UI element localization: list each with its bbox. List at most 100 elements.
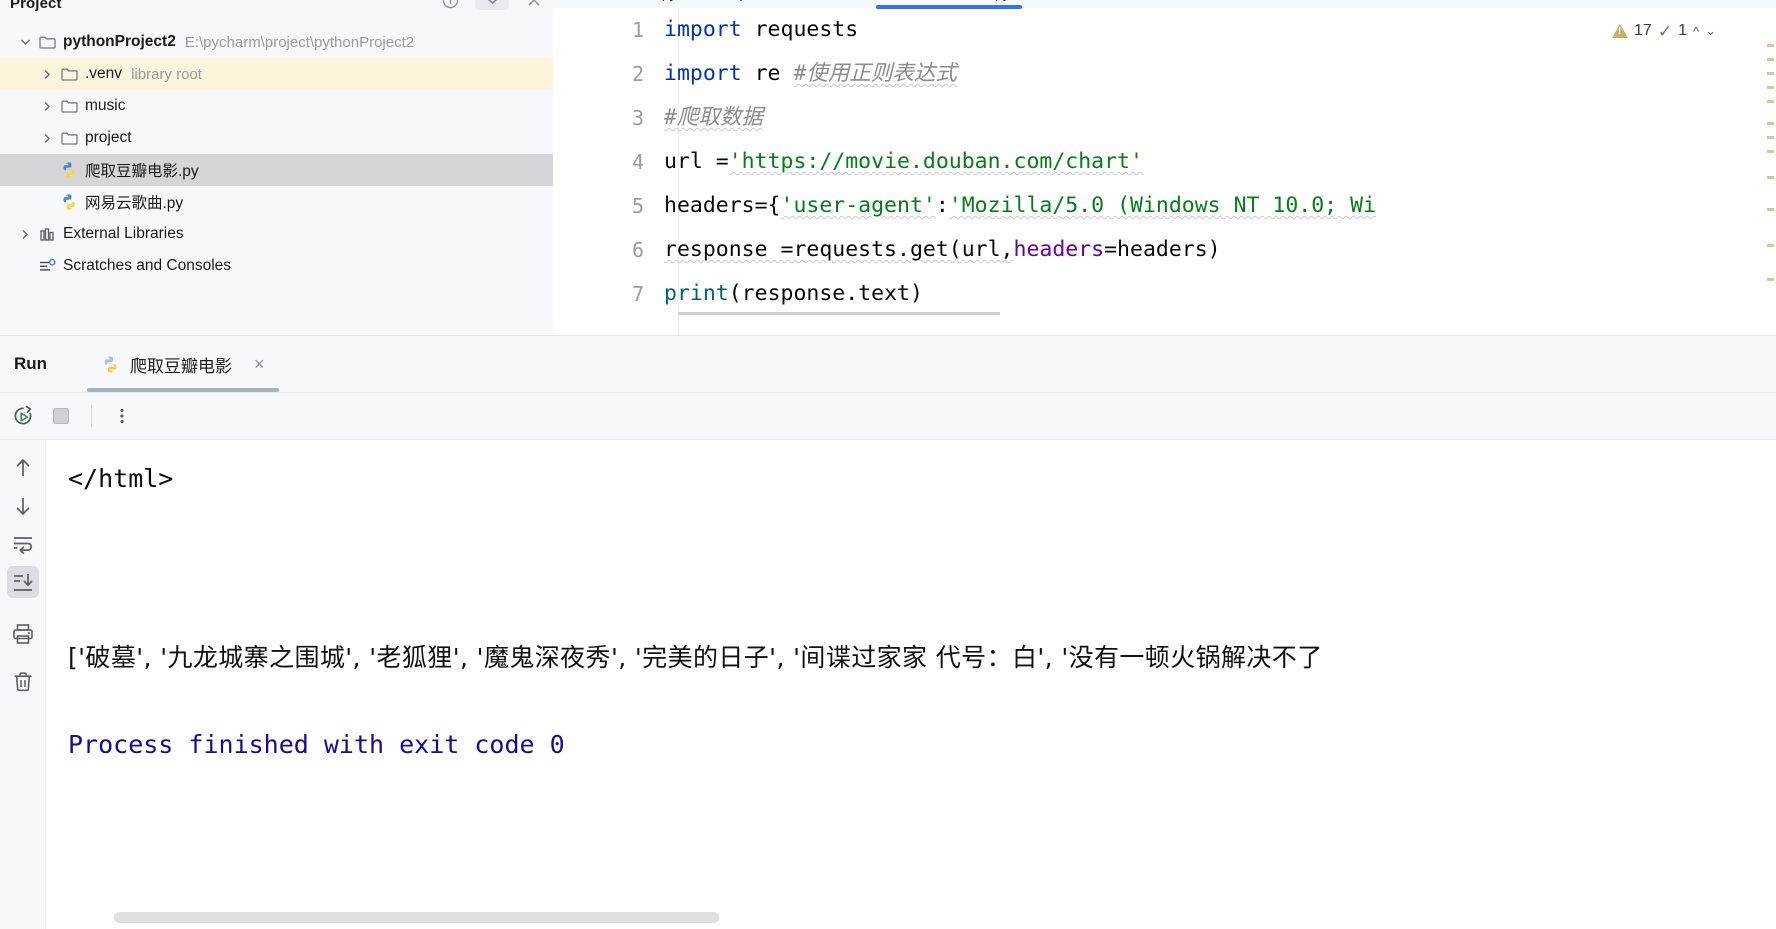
chevron-down-icon[interactable] [14, 38, 36, 46]
top-area: Project pythonProject2 E:\pycharm\projec… [0, 0, 1776, 335]
code-token: =headers) [1104, 237, 1221, 262]
chevron-right-icon[interactable] [36, 133, 58, 144]
editor-tab-bar: 网易云歌曲.py htpcdn（主要）.html 爬取豆瓣电影.py [553, 0, 1776, 9]
tree-node-label: 网易云歌曲.py [85, 195, 184, 212]
tree-node-pythonproject2[interactable]: pythonProject2 E:\pycharm\project\python… [0, 26, 553, 58]
console-horizontal-scrollbar[interactable] [114, 912, 719, 923]
editor-marker-strip[interactable] [1764, 38, 1776, 335]
python-file-icon [58, 161, 80, 179]
code-token: : [935, 193, 949, 218]
console-sidebar-toolbar [0, 440, 46, 929]
warning-icon [1612, 24, 1629, 38]
code-text: import requests [661, 8, 858, 52]
warning-count: 17 [1634, 22, 1652, 39]
run-tab-label: 爬取豆瓣电影 [130, 356, 233, 376]
code-token: import [664, 61, 755, 86]
soft-wrap-button[interactable] [7, 528, 39, 560]
print-button[interactable] [7, 618, 39, 650]
tree-node-project[interactable]: project [0, 122, 553, 154]
project-panel-title: Project [10, 0, 62, 12]
chevron-right-icon[interactable] [36, 69, 58, 80]
code-line[interactable]: 2 import re #使用正则表达式 [553, 52, 1776, 96]
code-line[interactable]: 3 #爬取数据 [553, 96, 1776, 140]
chevron-right-icon[interactable] [36, 101, 58, 112]
line-number: 6 [631, 238, 644, 262]
code-line[interactable]: 5 headers={'user-agent':'Mozilla/5.0 (Wi… [553, 184, 1776, 228]
close-icon[interactable]: × [254, 355, 265, 373]
tree-node-label: 爬取豆瓣电影.py [85, 163, 199, 180]
code-text: headers={'user-agent':'Mozilla/5.0 (Wind… [661, 184, 1376, 228]
tree-node-douban-movie-py[interactable]: 爬取豆瓣电影.py [0, 154, 553, 186]
code-comment: #使用正则表达式 [793, 61, 957, 86]
editor-tab-label: htpcdn（主要）.html [728, 0, 856, 3]
trash-icon[interactable] [7, 666, 39, 698]
tree-node-scratches-and-consoles[interactable]: Scratches and Consoles [0, 250, 553, 282]
line-number: 2 [631, 62, 644, 86]
code-string: 'Mozilla/5.0 (Windows NT 10.0; Wi [948, 193, 1376, 218]
code-token: import [664, 17, 755, 42]
code-token: re [754, 61, 794, 86]
tree-node-netease-song-py[interactable]: 网易云歌曲.py [0, 186, 553, 218]
code-token: (response.text) [728, 281, 923, 306]
pycharm-window: Project pythonProject2 E:\pycharm\projec… [0, 0, 1776, 929]
collapse-all-icon[interactable] [475, 0, 509, 10]
folder-icon [58, 131, 80, 145]
tree-node-external-libraries[interactable]: External Libraries [0, 218, 553, 250]
line-number: 5 [631, 194, 644, 218]
code-comment: #爬取数据 [664, 105, 763, 130]
code-parameter: headers [1013, 237, 1105, 262]
more-options-button[interactable] [105, 399, 139, 433]
code-text: print(response.text) [661, 272, 923, 316]
check-count: 1 [1678, 22, 1687, 39]
editor-tab-label: 网易云歌曲.py [588, 0, 677, 3]
inspection-widget[interactable]: 17 ✓ 1 ^ ⌄ [1612, 22, 1716, 40]
chevron-down-icon[interactable]: ⌄ [1705, 23, 1716, 39]
run-tab-douban-movie[interactable]: 爬取豆瓣电影 × [87, 336, 279, 392]
console-line-process-finished: Process finished with exit code 0 [68, 730, 565, 759]
code-line[interactable]: 4 url ='https://movie.douban.com/chart' [553, 140, 1776, 184]
run-console-output[interactable]: </html> ['破墓', '九龙城寨之围城', '老狐狸', '魔鬼深夜秀'… [46, 440, 1776, 929]
tree-node-music[interactable]: music [0, 90, 553, 122]
run-tool-window: Run 爬取豆瓣电影 × </html> ['破墓', '九龙城寨之围城', '… [0, 335, 1776, 929]
scroll-down-button[interactable] [7, 490, 39, 522]
tree-node-label: music [85, 97, 126, 114]
caret-row-highlight [678, 312, 1000, 315]
run-toolbar [0, 392, 1776, 440]
folder-icon [36, 35, 58, 49]
info-icon[interactable] [441, 0, 459, 9]
run-window-title: Run [14, 354, 48, 373]
console-line-html-tail: </html> [68, 464, 174, 493]
stop-button[interactable] [44, 399, 78, 433]
python-file-icon [58, 193, 80, 211]
scroll-up-button[interactable] [7, 452, 39, 484]
tree-node-label: project [85, 129, 132, 146]
code-text: #爬取数据 [661, 96, 763, 140]
code-line[interactable]: 7 print(response.text) [553, 272, 1776, 316]
tree-node-label: .venv [85, 65, 123, 82]
code-editor[interactable]: 1 import requests 2 import re #使用正则表达式 3… [553, 8, 1776, 316]
rerun-button[interactable] [6, 399, 40, 433]
tree-node-venv[interactable]: .venv library root [0, 58, 553, 90]
code-token: headers={ [664, 193, 781, 218]
editor-tab-douban-movie[interactable]: 爬取豆瓣电影.py [872, 0, 1026, 9]
line-number: 1 [631, 18, 644, 42]
editor-pane: 网易云歌曲.py htpcdn（主要）.html 爬取豆瓣电影.py 1 imp… [553, 0, 1776, 335]
project-tree: pythonProject2 E:\pycharm\project\python… [0, 26, 553, 282]
line-number: 3 [631, 106, 644, 130]
code-line[interactable]: 1 import requests [553, 8, 1776, 52]
editor-tab-htpcdn-html[interactable]: htpcdn（主要）.html [693, 0, 872, 8]
toolbar-separator [91, 404, 92, 427]
code-line[interactable]: 6 response =requests.get(url,headers=hea… [553, 228, 1776, 272]
project-tool-window: Project pythonProject2 E:\pycharm\projec… [0, 0, 553, 335]
code-text: import re #使用正则表达式 [661, 52, 957, 96]
library-icon [36, 227, 58, 242]
code-string: 'user-agent' [780, 193, 936, 218]
tree-node-path: E:\pycharm\project\pythonProject2 [184, 33, 415, 51]
chevron-up-icon[interactable]: ^ [1693, 24, 1699, 39]
code-string: 'https://movie.douban.com/chart' [728, 149, 1143, 174]
editor-tab-netease-song[interactable]: 网易云歌曲.py [553, 0, 693, 8]
scroll-to-end-button[interactable] [6, 566, 39, 598]
chevron-right-icon[interactable] [14, 229, 36, 240]
close-icon[interactable] [525, 0, 543, 9]
editor-tab-label: 爬取豆瓣电影.py [907, 0, 1010, 3]
